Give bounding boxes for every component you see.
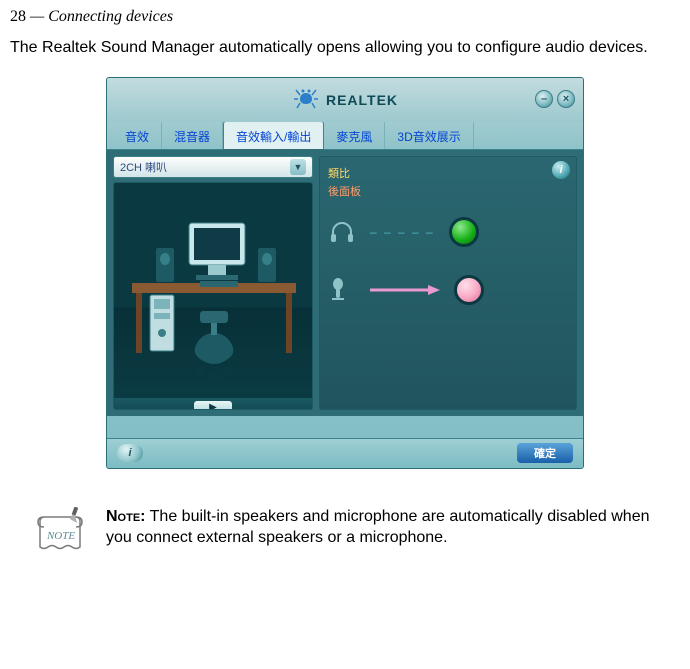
back-panel-label: 後面板 xyxy=(328,183,568,199)
headphone-icon xyxy=(328,218,356,246)
dropdown-value: 2CH 喇叭 xyxy=(120,159,167,175)
microphone-row xyxy=(328,275,568,305)
panel-labels: 類比 後面板 xyxy=(328,165,568,199)
page-header: 28 — Connecting devices xyxy=(10,8,680,26)
tab-mixer[interactable]: 混音器 xyxy=(162,122,223,149)
play-icon: ▶ xyxy=(209,402,217,410)
desk-scene-svg xyxy=(114,183,313,393)
close-button[interactable]: × xyxy=(557,90,575,108)
chevron-down-icon: ▼ xyxy=(290,159,306,175)
tab-bar: 音效 混音器 音效輸入/輸出 麥克風 3D音效展示 xyxy=(107,122,583,150)
ok-button-label: 確定 xyxy=(534,445,556,461)
tab-audio-io[interactable]: 音效輸入/輸出 xyxy=(223,121,324,150)
tab-sound-effect[interactable]: 音效 xyxy=(113,122,162,149)
brand-name: REALTEK xyxy=(326,92,398,108)
mic-in-jack[interactable] xyxy=(454,275,484,305)
footer-bar: i 確定 xyxy=(107,438,583,468)
ok-button[interactable]: 確定 xyxy=(517,443,573,463)
tab-3d-demo[interactable]: 3D音效展示 xyxy=(385,122,473,149)
info-button[interactable]: i xyxy=(117,444,143,462)
content-area: 2CH 喇叭 ▼ xyxy=(107,150,583,416)
play-bar: ▶ xyxy=(114,398,312,410)
right-panel: i 類比 後面板 – – – – – xyxy=(319,156,577,410)
realtek-window: REALTEK – × 音效 混音器 音效輸入/輸出 麥克風 3D音效展示 2C… xyxy=(106,77,584,469)
note-heading: Note: xyxy=(106,508,146,525)
tab-microphone[interactable]: 麥克風 xyxy=(324,122,385,149)
header-separator: — xyxy=(26,8,48,25)
brand-area: REALTEK xyxy=(292,87,398,113)
title-bar: REALTEK – × xyxy=(107,78,583,122)
window-controls: – × xyxy=(535,90,575,108)
minimize-button[interactable]: – xyxy=(535,90,553,108)
note-icon-text: NOTE xyxy=(46,530,75,542)
left-panel: 2CH 喇叭 ▼ xyxy=(113,156,313,410)
note-body: The built-in speakers and microphone are… xyxy=(106,508,650,546)
panel-help-button[interactable]: i xyxy=(552,161,570,179)
note-text: Note: The built-in speakers and micropho… xyxy=(106,507,666,549)
headphone-row: – – – – – xyxy=(328,217,568,247)
analog-label: 類比 xyxy=(328,165,568,181)
note-block: NOTE Note: The built-in speakers and mic… xyxy=(10,497,680,573)
play-button[interactable]: ▶ xyxy=(194,401,232,410)
chapter-title: Connecting devices xyxy=(48,8,173,25)
line-out-jack[interactable] xyxy=(449,217,479,247)
microphone-icon xyxy=(328,276,356,304)
speaker-config-dropdown[interactable]: 2CH 喇叭 ▼ xyxy=(113,156,313,178)
info-icon: i xyxy=(559,164,562,176)
intro-paragraph: The Realtek Sound Manager automatically … xyxy=(10,38,680,59)
realtek-crab-icon xyxy=(292,87,320,113)
info-icon: i xyxy=(128,447,131,459)
desk-scene-illustration: ▶ xyxy=(113,182,313,410)
note-scroll-icon: NOTE xyxy=(34,507,90,563)
headphone-connector-line: – – – – – xyxy=(370,225,435,239)
page-number: 28 xyxy=(10,8,26,25)
mic-connector-arrow-icon xyxy=(370,284,440,296)
